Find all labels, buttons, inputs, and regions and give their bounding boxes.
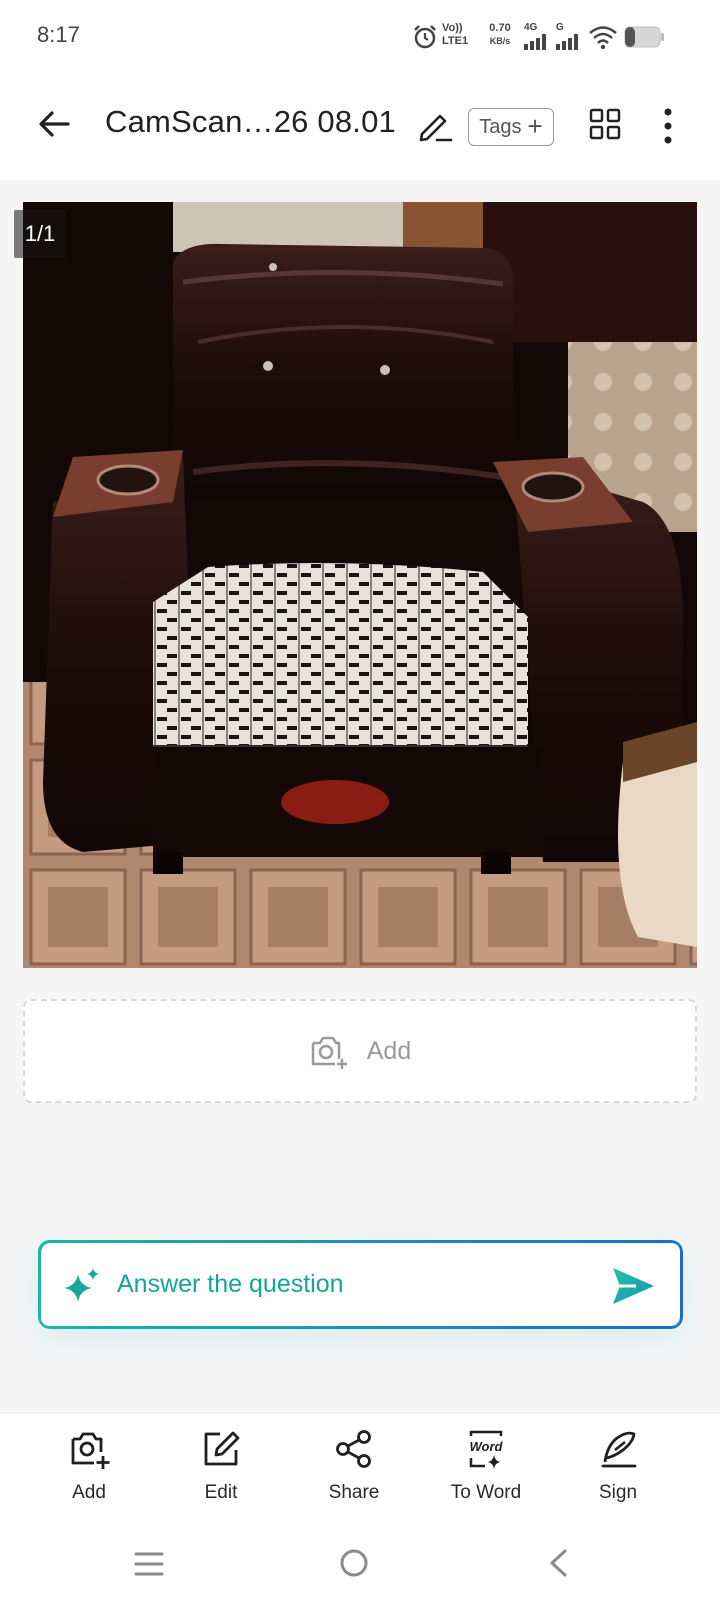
signature-icon — [601, 1431, 637, 1468]
wifi-icon — [589, 26, 617, 50]
net-type-1-label: 4G — [524, 22, 538, 33]
word-icon: Word — [470, 1430, 504, 1469]
page-counter: 1/1 — [14, 210, 66, 258]
app-bar: CamScan…26 08.01 Tags + — [0, 72, 720, 180]
edit-icon — [204, 1431, 240, 1466]
tags-label: Tags — [479, 115, 522, 138]
net-type-2-label: G — [556, 22, 564, 33]
status-bar: 8:17 Vo)) LTE1 0.70 KB/s 4G G — [0, 0, 720, 72]
tags-plus: + — [527, 111, 543, 141]
volte-indicator: Vo)) LTE1 — [442, 22, 476, 48]
toolbar-to-word-label: To Word — [450, 1482, 522, 1503]
camera-plus-icon — [311, 1036, 347, 1069]
more-vert-icon[interactable] — [656, 106, 680, 146]
net-speed-unit: KB/s — [489, 36, 511, 46]
toolbar-share-label: Share — [328, 1482, 380, 1503]
status-icons: Vo)) LTE1 0.70 KB/s 4G G — [412, 22, 672, 54]
sofa-photo — [23, 202, 697, 968]
signal-icon-2 — [556, 34, 578, 50]
signal-icon — [524, 34, 546, 50]
send-icon[interactable] — [610, 1264, 656, 1308]
alarm-icon — [414, 25, 436, 49]
add-card-label: Add — [366, 1036, 412, 1065]
status-time: 8:17 — [37, 22, 80, 47]
grid-icon[interactable] — [588, 107, 622, 141]
toolbar-edit-button[interactable]: Edit — [161, 1428, 281, 1524]
menu-icon[interactable] — [133, 1550, 165, 1578]
toolbar-add-label: Add — [72, 1482, 106, 1503]
battery-icon — [624, 26, 664, 48]
toolbar-sign-button[interactable]: Sign — [558, 1428, 678, 1524]
toolbar-add-button[interactable]: Add — [29, 1428, 149, 1524]
net-speed: 0.70 KB/s — [482, 22, 518, 48]
volte-bottom: LTE1 — [442, 35, 469, 47]
system-nav-bar — [0, 1532, 720, 1600]
tags-button[interactable]: Tags + — [468, 108, 554, 146]
add-page-card[interactable]: Add — [23, 999, 697, 1103]
share-icon — [336, 1430, 371, 1468]
net-type-1: 4G — [524, 22, 537, 33]
toolbar-to-word-button[interactable]: Word To Word — [426, 1428, 546, 1524]
volte-top: Vo)) — [442, 22, 463, 34]
net-speed-value: 0.70 — [489, 22, 511, 34]
ask-placeholder: Answer the question — [117, 1270, 344, 1298]
toolbar-share-button[interactable]: Share — [294, 1428, 414, 1524]
back-arrow-icon[interactable] — [34, 104, 74, 144]
pencil-icon[interactable] — [416, 106, 454, 144]
ask-question-input[interactable]: Answer the question — [38, 1240, 682, 1328]
net-type-2: G — [556, 22, 564, 33]
home-icon[interactable] — [338, 1547, 370, 1579]
bottom-toolbar: Add Edit Share Word To Word Sign — [0, 1414, 720, 1532]
toolbar-edit-label: Edit — [204, 1482, 238, 1503]
camera-plus-icon — [71, 1432, 110, 1469]
back-icon[interactable] — [546, 1548, 570, 1578]
scanned-page-image[interactable] — [23, 202, 697, 968]
sparkle-icon — [64, 1268, 99, 1302]
document-title[interactable]: CamScan…26 08.01 — [105, 104, 396, 140]
toolbar-sign-label: Sign — [598, 1482, 638, 1503]
word-icon-text: Word — [470, 1439, 504, 1454]
